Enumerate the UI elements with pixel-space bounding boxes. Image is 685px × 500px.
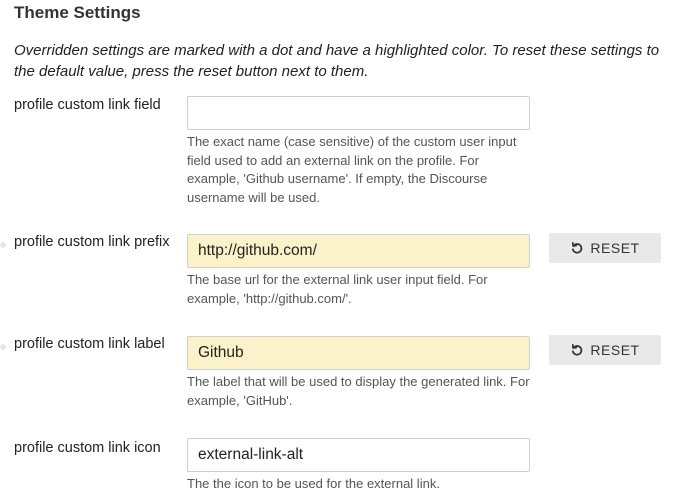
override-dot — [0, 242, 6, 248]
setting-description: The label that will be used to display t… — [187, 374, 530, 408]
reset-button-label: RESET — [590, 342, 640, 358]
undo-icon — [570, 241, 584, 255]
undo-icon — [570, 343, 584, 357]
override-dot — [0, 344, 6, 350]
link-label-input[interactable] — [187, 336, 530, 370]
intro-text: Overridden settings are marked with a do… — [14, 42, 660, 80]
link-prefix-input[interactable] — [187, 234, 530, 268]
link-field-input[interactable] — [187, 96, 530, 130]
setting-label: profile custom link field — [14, 97, 161, 113]
reset-button-label: RESET — [590, 240, 640, 256]
reset-button[interactable]: RESET — [549, 233, 661, 263]
page-title: Theme Settings — [14, 3, 141, 22]
setting-label: profile custom link icon — [14, 440, 161, 456]
reset-button[interactable]: RESET — [549, 335, 661, 365]
setting-description: The exact name (case sensitive) of the c… — [187, 134, 517, 205]
setting-label: profile custom link label — [14, 336, 165, 352]
setting-description: The base url for the external link user … — [187, 272, 488, 306]
setting-label: profile custom link prefix — [14, 234, 170, 250]
setting-description: The the icon to be used for the external… — [187, 476, 440, 491]
link-icon-input[interactable] — [187, 438, 530, 472]
